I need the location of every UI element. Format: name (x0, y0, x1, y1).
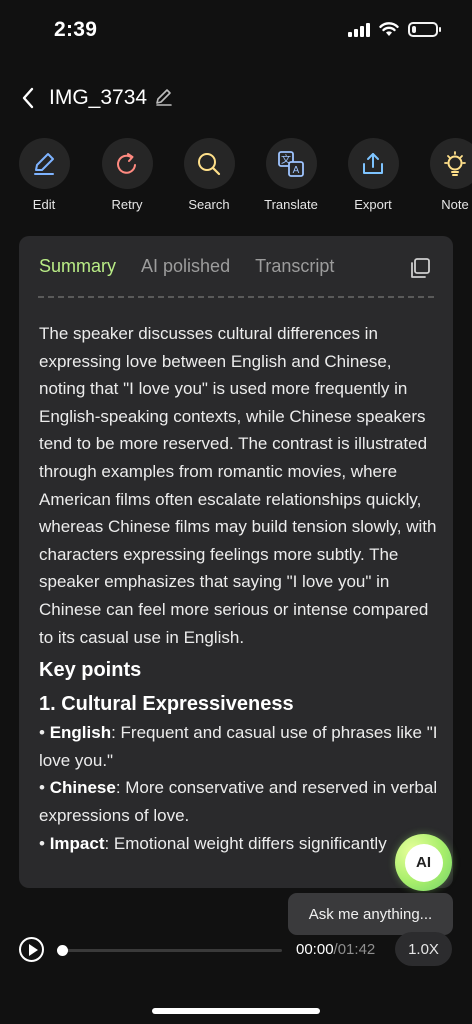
audio-player: 00:00/01:42 1.0X (0, 930, 472, 970)
search-tool[interactable]: Search (174, 138, 244, 212)
export-tool-circle (347, 138, 399, 189)
content-card: Summary AI polished Transcript The speak… (19, 236, 453, 888)
bullet-item: • Chinese: More conservative and reserve… (39, 778, 438, 825)
retry-tool[interactable]: Retry (92, 138, 162, 212)
play-icon (28, 943, 38, 956)
retry-tool-label: Retry (111, 197, 143, 212)
bullet-term: Chinese (49, 778, 116, 798)
bullet-text: : Emotional weight differs significantly (104, 833, 387, 853)
edit-tool-circle (18, 138, 70, 189)
translate-tool-label: Translate (264, 197, 318, 212)
key-points-heading: Key points (39, 659, 142, 682)
edit-tool[interactable]: Edit (9, 138, 79, 212)
note-tool[interactable]: Note (420, 138, 472, 212)
ask-me-anything-prompt[interactable]: Ask me anything... (288, 893, 453, 935)
translate-icon: 文 A (278, 150, 304, 177)
copy-button[interactable] (408, 256, 432, 280)
edit-tool-label: Edit (32, 197, 56, 212)
svg-text:A: A (293, 165, 300, 176)
play-button[interactable] (19, 937, 44, 962)
home-indicator[interactable] (152, 1008, 320, 1014)
summary-content: The speaker discusses cultural differenc… (39, 320, 439, 857)
tab-summary[interactable]: Summary (39, 256, 116, 280)
rename-button[interactable] (153, 86, 177, 110)
playback-speed-button[interactable]: 1.0X (395, 932, 452, 966)
copy-icon (411, 258, 430, 278)
bullet-term: English (49, 723, 112, 743)
note-tool-label: Note (441, 197, 469, 212)
seek-bar[interactable] (57, 945, 282, 956)
retry-icon (117, 152, 136, 174)
chevron-left-icon (22, 87, 34, 109)
bullet-term: Impact (49, 833, 105, 853)
header: IMG_3734 (0, 78, 472, 118)
battery-fill (412, 26, 416, 33)
export-icon (363, 152, 383, 174)
current-time: 00:00 (296, 941, 334, 958)
lightbulb-icon (444, 150, 466, 176)
battery-icon (408, 22, 441, 37)
tab-divider (38, 296, 434, 298)
seek-thumb[interactable] (57, 945, 68, 956)
time-readout: 00:00/01:42 (296, 941, 375, 958)
back-button[interactable] (14, 82, 42, 114)
cellular-signal-icon (348, 22, 370, 37)
tab-ai-polished[interactable]: AI polished (141, 256, 230, 280)
section-heading: 1. Cultural Expressiveness (39, 693, 294, 716)
status-bar: 2:39 (0, 0, 472, 60)
status-icons (348, 22, 441, 37)
summary-paragraph: The speaker discusses cultural differenc… (39, 324, 437, 647)
translate-tool-circle: 文 A (265, 138, 317, 189)
file-title: IMG_3734 (49, 86, 148, 109)
wifi-icon (379, 22, 399, 36)
translate-tool[interactable]: 文 A Translate (256, 138, 326, 212)
pencil-icon (156, 89, 172, 106)
tab-transcript[interactable]: Transcript (255, 256, 334, 280)
status-time: 2:39 (54, 18, 98, 41)
note-tool-circle (429, 138, 472, 189)
total-time: 01:42 (337, 941, 376, 958)
bullet-item: • Impact: Emotional weight differs signi… (39, 833, 387, 853)
bullet-item: • English: Frequent and casual use of ph… (39, 723, 438, 770)
retry-tool-circle (101, 138, 153, 189)
pencil-icon (34, 152, 54, 175)
export-tool[interactable]: Export (338, 138, 408, 212)
search-icon (198, 152, 221, 175)
toolbar: Edit Retry Search 文 A Translate Export N… (0, 138, 472, 212)
ai-assistant-button[interactable]: AI (395, 834, 452, 891)
search-tool-label: Search (188, 197, 230, 212)
tab-bar: Summary AI polished Transcript (39, 256, 334, 280)
export-tool-label: Export (354, 197, 392, 212)
ai-badge: AI (404, 843, 443, 882)
search-tool-circle (183, 138, 235, 189)
